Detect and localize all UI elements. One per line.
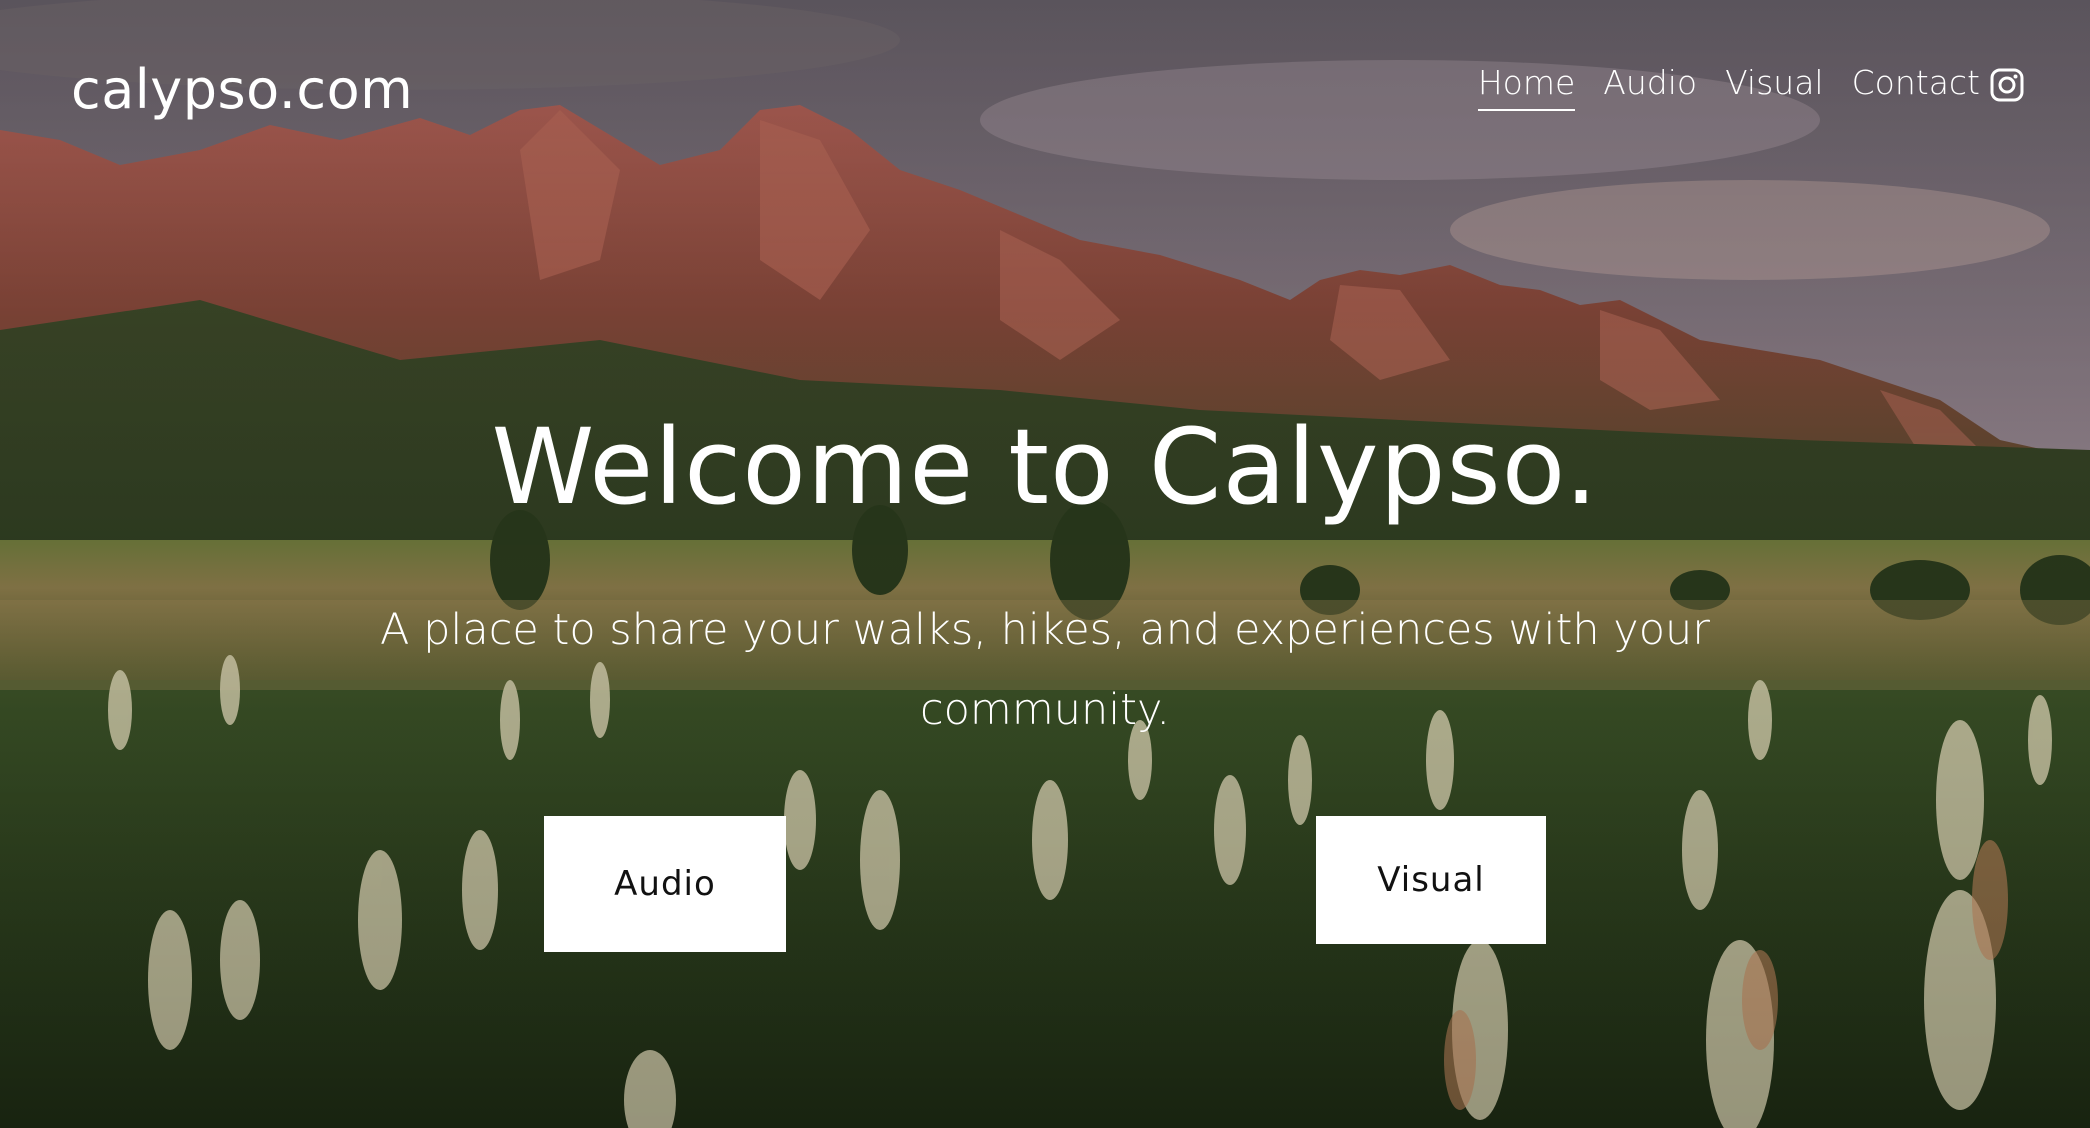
nav-item-visual[interactable]: Visual <box>1725 62 1824 111</box>
nav-item-contact[interactable]: Contact <box>1852 62 1980 111</box>
hero-background-image <box>0 0 2090 1128</box>
instagram-icon[interactable] <box>1990 68 2024 102</box>
hero-headline: Welcome to Calypso. <box>491 406 1599 528</box>
site-title[interactable]: calypso.com <box>71 58 413 123</box>
main-nav: Home Audio Visual Contact <box>1477 62 1980 111</box>
hero-tagline: A place to share your walks, hikes, and … <box>380 605 1710 735</box>
visual-button[interactable]: Visual <box>1316 816 1546 944</box>
audio-button[interactable]: Audio <box>544 816 786 952</box>
nav-item-home[interactable]: Home <box>1477 62 1576 111</box>
hero-section: calypso.com Home Audio Visual Contact We… <box>0 0 2090 1128</box>
nav-item-audio[interactable]: Audio <box>1603 62 1697 111</box>
